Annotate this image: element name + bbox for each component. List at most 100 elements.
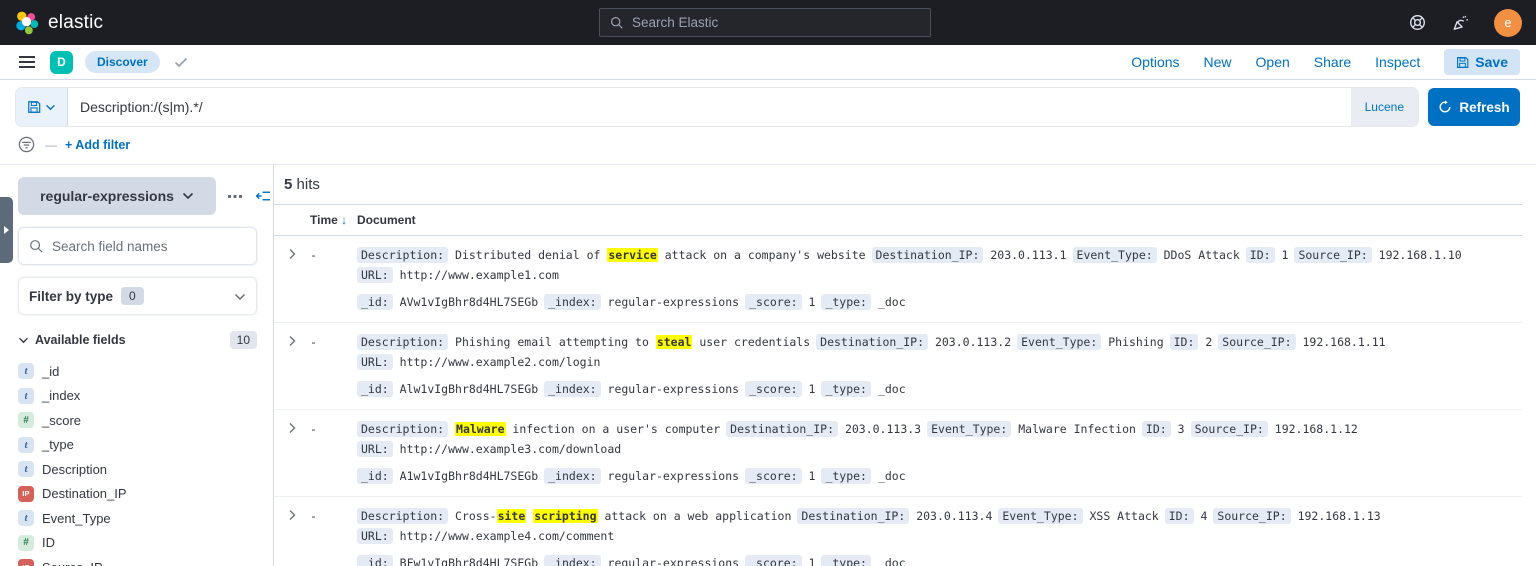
results-panel: 5 hits Time ↓ Document -Description: Dis…	[273, 165, 1522, 566]
saved-query-menu-button[interactable]	[16, 88, 68, 126]
help-icon[interactable]	[1407, 12, 1428, 33]
field-item-Destination_IP[interactable]: IP Destination_IP	[18, 482, 257, 507]
doc-field-pair: _id: BFw1vIgBhr8d4HL7SEGb	[357, 553, 538, 566]
time-column-header[interactable]: Time ↓	[310, 213, 357, 227]
sidebar-collapse-handle[interactable]	[0, 197, 13, 263]
options-link[interactable]: Options	[1131, 54, 1179, 70]
doc-field-label: Description:	[357, 421, 448, 437]
doc-field-label: _score:	[745, 381, 801, 397]
field-name: Destination_IP	[42, 486, 127, 501]
field-item-_score[interactable]: #_score	[18, 408, 257, 433]
doc-field-label: _score:	[745, 555, 801, 566]
field-type-icon: IP	[18, 486, 34, 502]
breadcrumb-discover[interactable]: Discover	[85, 51, 160, 73]
doc-field-pair: URL: http://www.example4.com/comment	[357, 526, 614, 546]
row-time-value: -	[310, 506, 357, 566]
doc-field-label: Destination_IP:	[816, 334, 928, 350]
handle-arrow-icon	[4, 226, 9, 234]
refresh-button[interactable]: Refresh	[1428, 88, 1520, 126]
hits-number: 5	[284, 176, 292, 193]
expand-row-icon[interactable]	[274, 419, 310, 486]
filter-by-type-dropdown[interactable]: Filter by type 0	[18, 277, 257, 315]
add-filter-link[interactable]: + Add filter	[65, 138, 130, 152]
share-link[interactable]: Share	[1314, 54, 1351, 70]
doc-field-label: Description:	[357, 247, 448, 263]
doc-field-pair: _id: A1w1vIgBhr8d4HL7SEGb	[357, 466, 538, 486]
doc-field-pair: _index: regular-expressions	[544, 466, 739, 486]
global-search-input[interactable]: Search Elastic	[599, 8, 931, 37]
field-item-_index[interactable]: t_index	[18, 384, 257, 409]
fields-sidebar: regular-expressions	[0, 165, 273, 566]
sort-descending-icon[interactable]: ↓	[341, 213, 347, 227]
field-list: t_idt_index#_scoret _type tDescription IP De…	[18, 359, 257, 566]
highlighted-term: site	[497, 509, 527, 523]
doc-field-pair: ID: 3	[1142, 419, 1185, 439]
new-link[interactable]: New	[1204, 54, 1232, 70]
filter-icon[interactable]	[16, 134, 37, 155]
available-fields-header[interactable]: Available fields 10	[18, 331, 257, 349]
collapse-sidebar-icon[interactable]	[254, 188, 273, 204]
field-search-input[interactable]: Search field names	[18, 227, 257, 265]
doc-field-label: _type:	[821, 468, 871, 484]
doc-field-pair: _index: regular-expressions	[544, 292, 739, 312]
row-document: Description: Distributed denial of servi…	[357, 245, 1522, 312]
table-row: -Description: Distributed denial of serv…	[274, 236, 1522, 323]
row-time-value: -	[310, 419, 357, 486]
doc-field-pair: Destination_IP: 203.0.113.1	[872, 245, 1067, 265]
field-item-Source_IP[interactable]: IPSource_IP	[18, 555, 257, 566]
query-input[interactable]: Description:/(s|m).*/	[68, 88, 1351, 126]
table-row: -Description: Phishing email attempting …	[274, 323, 1522, 410]
user-avatar[interactable]: e	[1494, 9, 1522, 37]
refresh-button-label: Refresh	[1459, 100, 1509, 115]
newsfeed-icon[interactable]	[1450, 12, 1472, 34]
row-time-value: -	[310, 245, 357, 312]
field-item-ID[interactable]: #ID	[18, 531, 257, 556]
inspect-link[interactable]: Inspect	[1375, 54, 1420, 70]
highlighted-term: scripting	[533, 509, 597, 523]
field-name: _index	[42, 388, 80, 403]
field-item-Description[interactable]: tDescription	[18, 457, 257, 482]
chevron-down-icon	[45, 104, 56, 111]
space-badge[interactable]: D	[50, 51, 73, 74]
doc-field-label: Description:	[357, 334, 448, 350]
menu-hamburger-icon[interactable]	[16, 53, 38, 71]
doc-field-label: _type:	[821, 381, 871, 397]
query-language-selector[interactable]: Lucene	[1351, 88, 1418, 126]
search-icon	[610, 16, 624, 30]
brand[interactable]: elastic	[14, 10, 103, 35]
index-pattern-selector[interactable]: regular-expressions	[18, 177, 216, 215]
doc-field-label: _id:	[357, 555, 393, 566]
doc-field-pair: Event_Type: Malware Infection	[927, 419, 1136, 439]
doc-field-label: _id:	[357, 381, 393, 397]
brand-name: elastic	[48, 12, 103, 34]
expand-row-icon[interactable]	[274, 506, 310, 566]
field-item-Event_Type[interactable]: tEvent_Type	[18, 506, 257, 531]
field-search-placeholder: Search field names	[52, 239, 168, 254]
doc-field-label: URL:	[357, 528, 393, 544]
top-header: elastic Search Elastic	[0, 0, 1536, 45]
expand-row-icon[interactable]	[274, 332, 310, 399]
field-item-_type[interactable]: t _type	[18, 433, 257, 458]
doc-field-label: _index:	[544, 294, 600, 310]
doc-field-label: Source_IP:	[1213, 508, 1290, 524]
save-button[interactable]: Save	[1444, 49, 1520, 75]
document-rows: -Description: Distributed denial of serv…	[274, 236, 1522, 566]
open-link[interactable]: Open	[1256, 54, 1290, 70]
doc-field-label: Description:	[357, 508, 448, 524]
doc-field-pair: URL: http://www.example2.com/login	[357, 352, 600, 372]
doc-field-pair: _type: _doc	[821, 379, 905, 399]
doc-field-label: Event_Type:	[927, 421, 1011, 437]
field-type-icon: t	[18, 437, 34, 453]
field-name: _type	[42, 437, 74, 452]
breadcrumb-check-icon	[172, 55, 190, 70]
doc-field-label: Event_Type:	[1073, 247, 1157, 263]
doc-field-pair: _index: regular-expressions	[544, 379, 739, 399]
hits-count: 5 hits	[274, 165, 1522, 205]
expand-row-icon[interactable]	[274, 245, 310, 312]
doc-field-pair: ID: 1	[1246, 245, 1289, 265]
index-options-icon[interactable]	[226, 192, 244, 201]
doc-field-label: Event_Type:	[1017, 334, 1101, 350]
highlighted-term: Malware	[455, 422, 505, 436]
doc-field-pair: _type: _doc	[821, 553, 905, 566]
field-item-_id[interactable]: t_id	[18, 359, 257, 384]
